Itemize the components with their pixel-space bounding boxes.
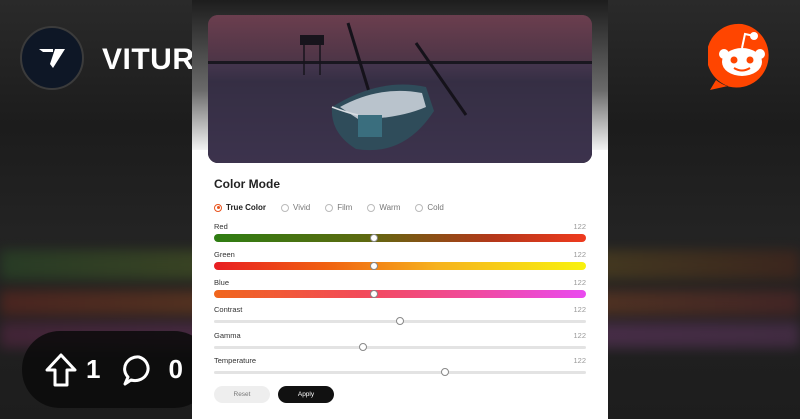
viture-logo-icon bbox=[20, 26, 84, 90]
mode-label: True Color bbox=[226, 203, 267, 212]
mode-label: Vivid bbox=[293, 203, 311, 212]
vote-comment-pill: 1 0 bbox=[22, 331, 212, 408]
slider-label: Temperature bbox=[214, 356, 257, 365]
slider-handle[interactable] bbox=[358, 343, 367, 351]
mode-cold[interactable]: Cold bbox=[415, 203, 444, 212]
upvote-icon[interactable] bbox=[44, 352, 78, 388]
mode-label: Cold bbox=[427, 203, 444, 212]
slider-track[interactable] bbox=[214, 346, 586, 349]
section-title: Color Mode bbox=[214, 177, 280, 191]
upvote-count: 1 bbox=[86, 354, 101, 384]
slider-track[interactable] bbox=[214, 262, 586, 270]
slider-handle[interactable] bbox=[396, 317, 404, 325]
slider-track[interactable] bbox=[214, 371, 586, 374]
comment-icon[interactable] bbox=[122, 353, 156, 387]
hero-image-boat bbox=[208, 15, 592, 163]
comment-count: 0 bbox=[168, 354, 183, 384]
slider-track[interactable] bbox=[214, 290, 586, 298]
mode-warm[interactable]: Warm bbox=[367, 203, 400, 212]
mode-true-color[interactable]: True Color bbox=[214, 203, 266, 212]
slider-value: 122 bbox=[573, 222, 586, 231]
reset-button[interactable]: Reset bbox=[214, 386, 270, 403]
mode-film[interactable]: Film bbox=[325, 203, 352, 212]
color-settings-panel: Color Mode True Color Vivid Film Warm Co… bbox=[192, 0, 608, 419]
mode-label: Warm bbox=[379, 203, 401, 212]
slider-value: 122 bbox=[573, 331, 586, 340]
slider-value: 122 bbox=[573, 356, 586, 365]
radio-icon[interactable] bbox=[325, 203, 334, 212]
radio-icon[interactable] bbox=[367, 203, 376, 212]
slider-value: 122 bbox=[573, 305, 586, 314]
apply-button[interactable]: Apply bbox=[278, 386, 334, 403]
slider-handle[interactable] bbox=[369, 234, 378, 242]
slider-value: 122 bbox=[573, 278, 586, 287]
slider-track[interactable] bbox=[214, 234, 586, 242]
slider-handle[interactable] bbox=[440, 368, 449, 376]
radio-icon[interactable] bbox=[281, 203, 290, 212]
slider-label: Contrast bbox=[214, 305, 243, 314]
slider-label: Red bbox=[214, 222, 228, 231]
slider-label: Blue bbox=[214, 278, 230, 287]
slider-value: 122 bbox=[573, 250, 586, 259]
radio-icon[interactable] bbox=[415, 203, 424, 212]
radio-selected-icon[interactable] bbox=[214, 203, 222, 212]
color-mode-options: True Color Vivid Film Warm Cold bbox=[214, 203, 459, 212]
slider-label: Gamma bbox=[214, 331, 241, 340]
slider-label: Green bbox=[214, 250, 235, 259]
mode-label: Film bbox=[337, 203, 353, 212]
slider-handle[interactable] bbox=[369, 262, 378, 270]
slider-handle[interactable] bbox=[369, 290, 378, 298]
mode-vivid[interactable]: Vivid bbox=[281, 203, 310, 212]
reddit-icon bbox=[706, 22, 776, 92]
